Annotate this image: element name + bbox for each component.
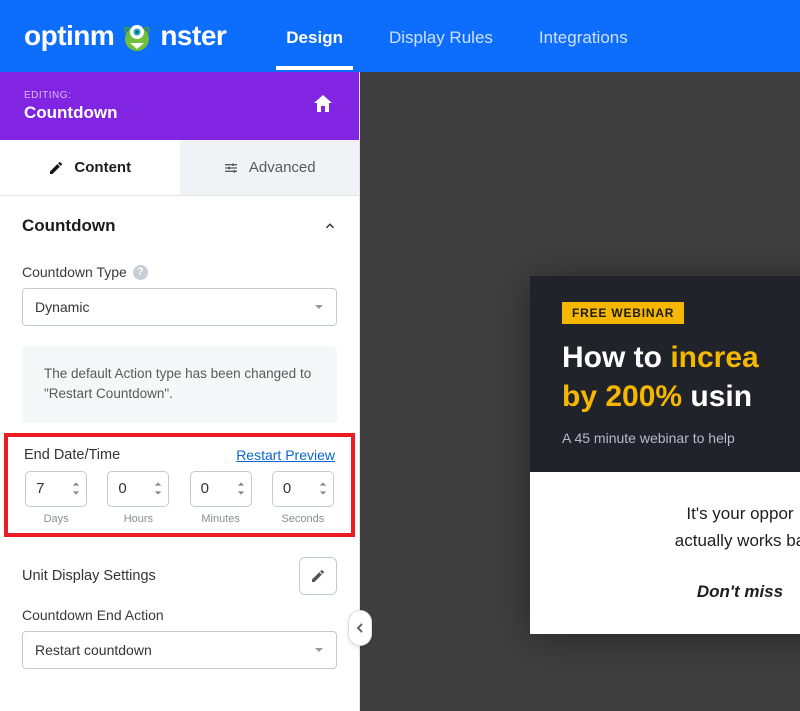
sliders-icon xyxy=(223,160,239,176)
sidebar: EDITING: Countdown Content Advanced Coun… xyxy=(0,72,360,711)
preview-popup: FREE WEBINAR How to increa by 200% usin … xyxy=(530,276,800,634)
panel-body: Countdown Countdown Type ? Dynamic The d… xyxy=(0,196,359,711)
tab-integrations[interactable]: Integrations xyxy=(539,3,628,69)
panel-tab-content[interactable]: Content xyxy=(0,140,180,195)
spinner-seconds: 0 Seconds xyxy=(271,471,335,525)
collapse-sidebar-button[interactable] xyxy=(348,610,372,646)
preview-canvas: FREE WEBINAR How to increa by 200% usin … xyxy=(360,72,800,711)
end-datetime-frame: End Date/Time Restart Preview 7 Da xyxy=(4,433,355,537)
editing-label: EDITING: xyxy=(24,90,117,101)
tab-display-rules[interactable]: Display Rules xyxy=(389,3,493,69)
restart-preview-link[interactable]: Restart Preview xyxy=(236,447,335,463)
editing-title: Countdown xyxy=(24,103,117,123)
info-box: The default Action type has been changed… xyxy=(22,346,337,423)
pencil-icon xyxy=(310,568,326,584)
countdown-type-row: Countdown Type ? Dynamic xyxy=(0,256,359,332)
section-title: Countdown xyxy=(22,216,115,236)
stepper-down-icon[interactable] xyxy=(72,489,80,497)
end-action-row: Countdown End Action Restart countdown xyxy=(0,601,359,675)
spinner-hours: 0 Hours xyxy=(106,471,170,525)
panel-tab-content-label: Content xyxy=(74,159,131,176)
stepper-down-icon[interactable] xyxy=(319,489,327,497)
spinner-seconds-caption: Seconds xyxy=(281,513,324,525)
chevron-down-icon xyxy=(314,645,324,655)
spinner-days-caption: Days xyxy=(44,513,69,525)
unit-display-label: Unit Display Settings xyxy=(22,568,156,584)
chevron-up-icon xyxy=(323,219,337,233)
stepper-up-icon[interactable] xyxy=(319,480,327,488)
end-datetime-label: End Date/Time xyxy=(24,447,120,463)
stepper-up-icon[interactable] xyxy=(72,480,80,488)
end-datetime-header: End Date/Time Restart Preview xyxy=(24,447,335,463)
home-icon[interactable] xyxy=(311,92,335,121)
logo-text-prefix: optinm xyxy=(24,20,114,52)
spinner-days: 7 Days xyxy=(24,471,88,525)
tab-design[interactable]: Design xyxy=(286,3,343,69)
preview-body: It's your oppor actually works ba Don't … xyxy=(530,472,800,634)
help-icon[interactable]: ? xyxy=(133,265,148,280)
spinner-row: 7 Days 0 xyxy=(24,471,335,525)
unit-display-row: Unit Display Settings xyxy=(0,547,359,601)
stepper-up-icon[interactable] xyxy=(237,480,245,488)
unit-display-edit-button[interactable] xyxy=(299,557,337,595)
chevron-left-icon xyxy=(355,622,365,634)
end-action-select[interactable]: Restart countdown xyxy=(22,631,337,669)
panel-tabs: Content Advanced xyxy=(0,140,359,196)
countdown-type-select[interactable]: Dynamic xyxy=(22,288,337,326)
panel-tab-advanced-label: Advanced xyxy=(249,159,316,176)
spinner-minutes-caption: Minutes xyxy=(201,513,240,525)
preview-badge: FREE WEBINAR xyxy=(562,302,684,324)
spinner-seconds-input[interactable]: 0 xyxy=(272,471,334,507)
pencil-icon xyxy=(48,160,64,176)
countdown-type-value: Dynamic xyxy=(35,299,89,315)
stepper-down-icon[interactable] xyxy=(237,489,245,497)
preview-subtitle: A 45 minute webinar to help xyxy=(562,430,800,446)
spinner-minutes-input[interactable]: 0 xyxy=(190,471,252,507)
spinner-hours-caption: Hours xyxy=(124,513,153,525)
section-header[interactable]: Countdown xyxy=(0,196,359,256)
stepper-down-icon[interactable] xyxy=(154,489,162,497)
preview-title: How to increa by 200% usin xyxy=(562,338,800,416)
panel-tab-advanced[interactable]: Advanced xyxy=(180,140,360,195)
spinner-hours-input[interactable]: 0 xyxy=(107,471,169,507)
preview-header: FREE WEBINAR How to increa by 200% usin … xyxy=(530,276,800,472)
editing-info: EDITING: Countdown xyxy=(24,90,117,123)
stepper-up-icon[interactable] xyxy=(154,480,162,488)
logo[interactable]: optinm nster xyxy=(24,19,226,53)
nav-tabs: Design Display Rules Integrations xyxy=(286,3,627,69)
end-action-value: Restart countdown xyxy=(35,642,152,658)
countdown-type-label: Countdown Type ? xyxy=(22,264,337,280)
editing-bar: EDITING: Countdown xyxy=(0,72,359,140)
spinner-days-input[interactable]: 7 xyxy=(25,471,87,507)
logo-text-suffix: nster xyxy=(160,20,226,52)
chevron-down-icon xyxy=(314,302,324,312)
main-area: EDITING: Countdown Content Advanced Coun… xyxy=(0,72,800,711)
logo-monster-icon xyxy=(120,19,154,53)
top-bar: optinm nster Design Display Rules Integr… xyxy=(0,0,800,72)
end-action-label: Countdown End Action xyxy=(22,607,337,623)
spinner-minutes: 0 Minutes xyxy=(189,471,253,525)
